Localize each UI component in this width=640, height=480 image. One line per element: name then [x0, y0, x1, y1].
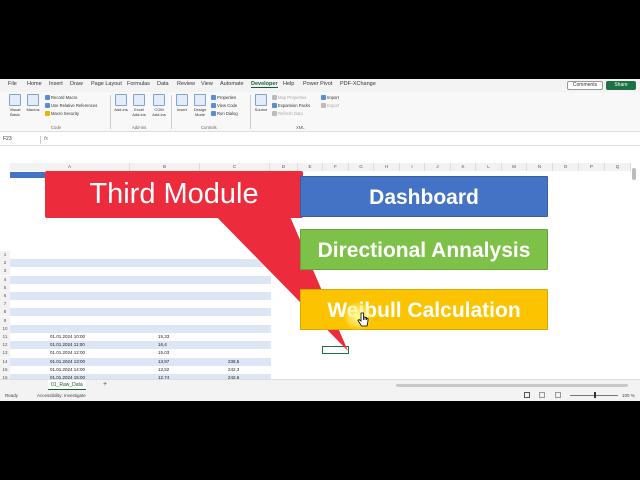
dashboard-button[interactable]: Dashboard	[300, 176, 548, 217]
callout-box: Third Module	[45, 171, 303, 218]
dashboard-label: Dashboard	[369, 186, 479, 209]
callout-text: Third Module	[89, 178, 259, 210]
hand-cursor-icon	[357, 312, 369, 327]
directional-analysis-label: Directional Annalysis	[317, 239, 531, 262]
directional-analysis-button[interactable]: Directional Annalysis	[300, 229, 548, 270]
weibull-calculation-button[interactable]: Weibull Calculation	[300, 289, 548, 330]
